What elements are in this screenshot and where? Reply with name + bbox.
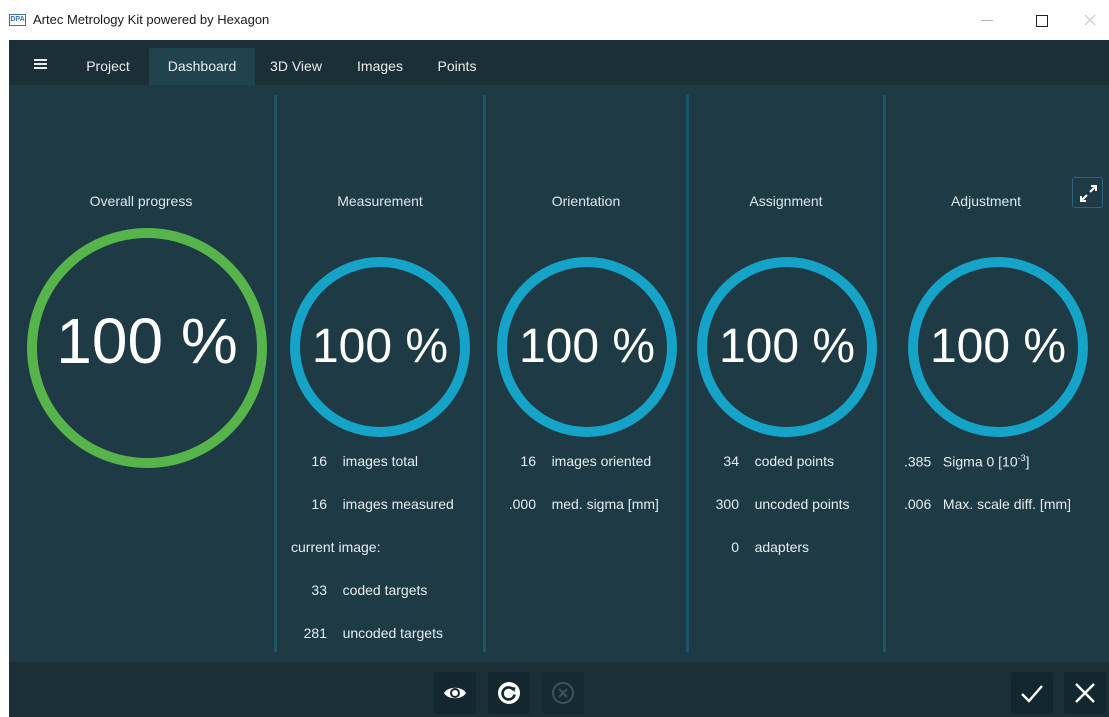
orientation-panel: Orientation 100 % 16 images oriented .00…	[486, 85, 686, 662]
stat-label: adapters	[754, 539, 810, 555]
stat-value: 33	[311, 582, 327, 598]
stat-label: Max. scale diff. [mm]	[942, 496, 1072, 512]
stat-med-sigma: .000 med. sigma [mm]	[496, 496, 659, 512]
adjustment-panel: Adjustment 100 % .385 Sigma 0 [10-3] .00…	[886, 85, 1109, 662]
hamburger-icon-line	[34, 63, 47, 65]
refresh-button[interactable]	[488, 672, 530, 714]
stat-label: coded targets	[342, 582, 428, 598]
stat-sigma-0: .385 Sigma 0 [10-3]	[904, 453, 1030, 470]
stat-value: 281	[303, 625, 327, 641]
measurement-panel: Measurement 100 % 16 images total 16 ima…	[277, 85, 483, 662]
stat-label: Sigma 0 [10	[942, 453, 1018, 470]
stat-value: 16	[520, 453, 536, 469]
orientation-percent: 100 %	[518, 320, 656, 373]
stat-coded-targets: 33 coded targets	[297, 582, 427, 598]
stat-label: coded points	[754, 453, 834, 469]
assignment-percent: 100 %	[718, 320, 856, 373]
app-window: Project Dashboard 3D View Images Points …	[9, 40, 1109, 717]
close-window-button[interactable]	[1072, 6, 1108, 34]
close-dialog-button[interactable]	[1064, 672, 1106, 714]
stat-label: uncoded targets	[342, 625, 443, 641]
window-title: Artec Metrology Kit powered by Hexagon	[33, 12, 270, 27]
adjustment-title: Adjustment	[950, 193, 1022, 209]
refresh-icon	[498, 682, 520, 704]
hamburger-icon	[34, 59, 47, 61]
stat-value: .000	[508, 496, 536, 512]
overall-progress-panel: Overall progress 100 %	[9, 85, 273, 662]
stat-label: uncoded points	[754, 496, 850, 512]
cancel-button[interactable]	[542, 672, 584, 714]
orientation-title: Orientation	[551, 193, 621, 209]
tab-3d-view[interactable]: 3D View	[261, 48, 331, 85]
assignment-panel: Assignment 100 % 34 coded points 300 unc…	[689, 85, 883, 662]
maximize-button[interactable]	[1024, 6, 1060, 34]
overall-progress-percent: 100 %	[56, 305, 238, 377]
stat-value: .006	[904, 496, 932, 512]
stat-label: images measured	[342, 496, 454, 512]
title-bar: DPA Artec Metrology Kit powered by Hexag…	[0, 0, 1109, 40]
stat-label-superscript: -3	[1017, 453, 1026, 463]
stat-images-oriented: 16 images oriented	[496, 453, 651, 469]
stat-adapters: 0 adapters	[709, 539, 809, 555]
tab-dashboard[interactable]: Dashboard	[149, 48, 255, 85]
stat-label: med. sigma [mm]	[551, 496, 659, 512]
stat-value: 300	[715, 496, 739, 512]
stat-label: images total	[342, 453, 419, 469]
stat-value: 16	[311, 496, 327, 512]
stat-label: images oriented	[551, 453, 652, 469]
stat-label-tail: ]	[1025, 453, 1030, 470]
check-icon	[1021, 685, 1043, 703]
overall-progress-title: Overall progress	[89, 193, 193, 209]
eye-icon	[444, 687, 466, 699]
accept-button[interactable]	[1011, 672, 1053, 714]
measurement-title: Measurement	[337, 193, 423, 209]
tab-images[interactable]: Images	[345, 48, 415, 85]
tab-points[interactable]: Points	[422, 48, 492, 85]
measurement-percent: 100 %	[311, 320, 449, 373]
expand-icon	[1080, 185, 1097, 202]
stat-uncoded-points: 300 uncoded points	[709, 496, 850, 512]
stat-images-total: 16 images total	[297, 453, 418, 469]
stat-value: 34	[723, 453, 739, 469]
tab-project[interactable]: Project	[73, 48, 143, 85]
stat-max-scale-diff: .006 Max. scale diff. [mm]	[904, 496, 1071, 512]
adjustment-percent: 100 %	[929, 320, 1067, 373]
assignment-title: Assignment	[749, 193, 823, 209]
stat-images-measured: 16 images measured	[297, 496, 454, 512]
app-logo-icon: DPA	[9, 14, 26, 26]
stat-uncoded-targets: 281 uncoded targets	[297, 625, 443, 641]
cancel-circle-icon	[552, 682, 574, 704]
close-window-icon	[1084, 14, 1096, 26]
stat-value: 0	[731, 539, 739, 555]
tab-bar: Project Dashboard 3D View Images Points	[9, 40, 1109, 85]
stat-value: 16	[311, 453, 327, 469]
expand-button[interactable]	[1072, 177, 1103, 208]
bottom-toolbar	[9, 662, 1109, 717]
stat-value: .385	[904, 453, 932, 470]
hamburger-menu-button[interactable]	[27, 54, 53, 74]
stat-coded-points: 34 coded points	[709, 453, 834, 469]
close-icon	[1075, 683, 1095, 703]
hamburger-icon-line	[34, 67, 47, 69]
stat-current-image-label: current image:	[291, 539, 381, 555]
minimize-button[interactable]	[970, 6, 1006, 34]
view-button[interactable]	[434, 672, 476, 714]
